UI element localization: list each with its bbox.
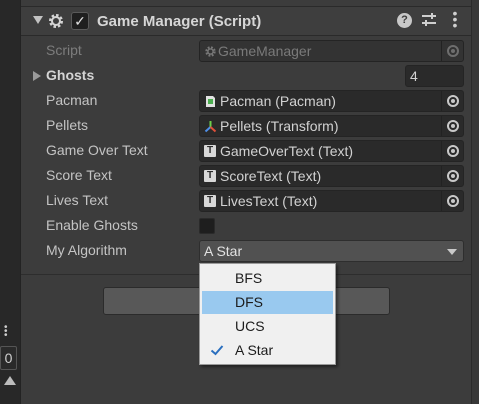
gear-icon: [49, 14, 63, 28]
object-picker-icon: [447, 45, 459, 57]
lives-text-picker-button[interactable]: [441, 191, 463, 211]
side-panel-number-field[interactable]: 0: [0, 346, 17, 370]
script-value: GameManager: [218, 43, 312, 59]
score-text-picker-button[interactable]: [441, 166, 463, 186]
field-row-score-text: Score Text T ScoreText (Text): [21, 164, 472, 188]
transform-axes-icon: [204, 121, 217, 133]
enable-ghosts-checkbox[interactable]: [199, 218, 215, 234]
field-row-pacman: Pacman Pacman (Pacman): [21, 89, 472, 113]
score-text-value: ScoreText (Text): [220, 168, 322, 184]
preset-icon[interactable]: [421, 12, 437, 28]
text-component-icon: T: [204, 170, 216, 182]
script-file-icon: [206, 96, 215, 107]
foldout-expanded-icon[interactable]: [33, 16, 43, 24]
pacman-value: Pacman (Pacman): [220, 93, 336, 109]
lives-text-object-field[interactable]: T LivesText (Text): [199, 190, 464, 212]
lives-text-value: LivesText (Text): [220, 193, 318, 209]
pellets-object-field[interactable]: Pellets (Transform): [199, 115, 464, 137]
game-over-text-value: GameOverText (Text): [220, 143, 354, 159]
game-over-text-label: Game Over Text: [46, 142, 148, 158]
object-picker-icon: [447, 195, 459, 207]
component-header[interactable]: ✓ Game Manager (Script) ? • • •: [21, 6, 472, 36]
dropdown-option-label: A Star: [235, 342, 274, 358]
game-over-text-object-field[interactable]: T GameOverText (Text): [199, 140, 464, 162]
field-row-script: Script GameManager: [21, 39, 472, 63]
dropdown-option-bfs[interactable]: BFS: [202, 267, 333, 290]
dropdown-option-label: BFS: [235, 270, 263, 286]
dropdown-option-ucs[interactable]: UCS: [202, 315, 333, 338]
field-row-enable-ghosts: Enable Ghosts: [21, 214, 472, 238]
my-algorithm-label: My Algorithm: [46, 242, 127, 258]
component-title: Game Manager (Script): [97, 13, 262, 30]
enable-ghosts-label: Enable Ghosts: [46, 217, 138, 233]
algorithm-dropdown-menu: BFS DFS UCS A Star: [199, 263, 336, 365]
my-algorithm-value: A Star: [204, 243, 243, 259]
score-text-label: Score Text: [46, 167, 112, 183]
lives-text-label: Lives Text: [46, 192, 108, 208]
side-panel-strip: • • • 0: [0, 0, 20, 404]
field-row-pellets: Pellets Pellets (Transform): [21, 114, 472, 138]
dropdown-option-label: UCS: [235, 318, 265, 334]
checkmark-icon: [210, 345, 224, 356]
text-component-icon: T: [204, 195, 216, 207]
pacman-picker-button[interactable]: [441, 91, 463, 111]
script-gear-icon: [205, 46, 216, 57]
triangle-up-icon[interactable]: [4, 376, 16, 385]
component-enabled-checkbox[interactable]: ✓: [71, 12, 89, 30]
field-row-lives-text: Lives Text T LivesText (Text): [21, 189, 472, 213]
pellets-label: Pellets: [46, 117, 89, 133]
pacman-object-field[interactable]: Pacman (Pacman): [199, 90, 464, 112]
drag-handle-icon[interactable]: • • •: [4, 323, 8, 341]
game-over-text-picker-button[interactable]: [441, 141, 463, 161]
chevron-down-icon: [447, 249, 457, 255]
dropdown-option-label: DFS: [235, 294, 263, 310]
ghosts-label[interactable]: Ghosts: [46, 67, 94, 83]
help-icon[interactable]: ?: [397, 13, 412, 28]
score-text-object-field[interactable]: T ScoreText (Text): [199, 165, 464, 187]
context-menu-icon[interactable]: • • •: [451, 6, 459, 32]
object-picker-icon: [447, 95, 459, 107]
object-picker-button: [441, 41, 463, 61]
field-row-my-algorithm: My Algorithm A Star: [21, 239, 472, 263]
text-component-icon: T: [204, 145, 216, 157]
dropdown-option-a-star[interactable]: A Star: [202, 339, 333, 362]
dropdown-option-dfs[interactable]: DFS: [202, 291, 333, 314]
scrollbar-track[interactable]: [471, 0, 479, 404]
my-algorithm-dropdown[interactable]: A Star: [199, 240, 464, 262]
pellets-picker-button[interactable]: [441, 116, 463, 136]
object-picker-icon: [447, 120, 459, 132]
foldout-collapsed-icon[interactable]: [33, 71, 41, 81]
object-picker-icon: [447, 145, 459, 157]
object-picker-icon: [447, 170, 459, 182]
pacman-label: Pacman: [46, 92, 98, 108]
script-label: Script: [46, 42, 82, 58]
pellets-value: Pellets (Transform): [220, 118, 339, 134]
field-row-game-over-text: Game Over Text T GameOverText (Text): [21, 139, 472, 163]
ghosts-size-field[interactable]: 4: [405, 65, 464, 87]
field-row-ghosts[interactable]: Ghosts 4: [21, 64, 472, 88]
script-object-field: GameManager: [199, 40, 464, 62]
